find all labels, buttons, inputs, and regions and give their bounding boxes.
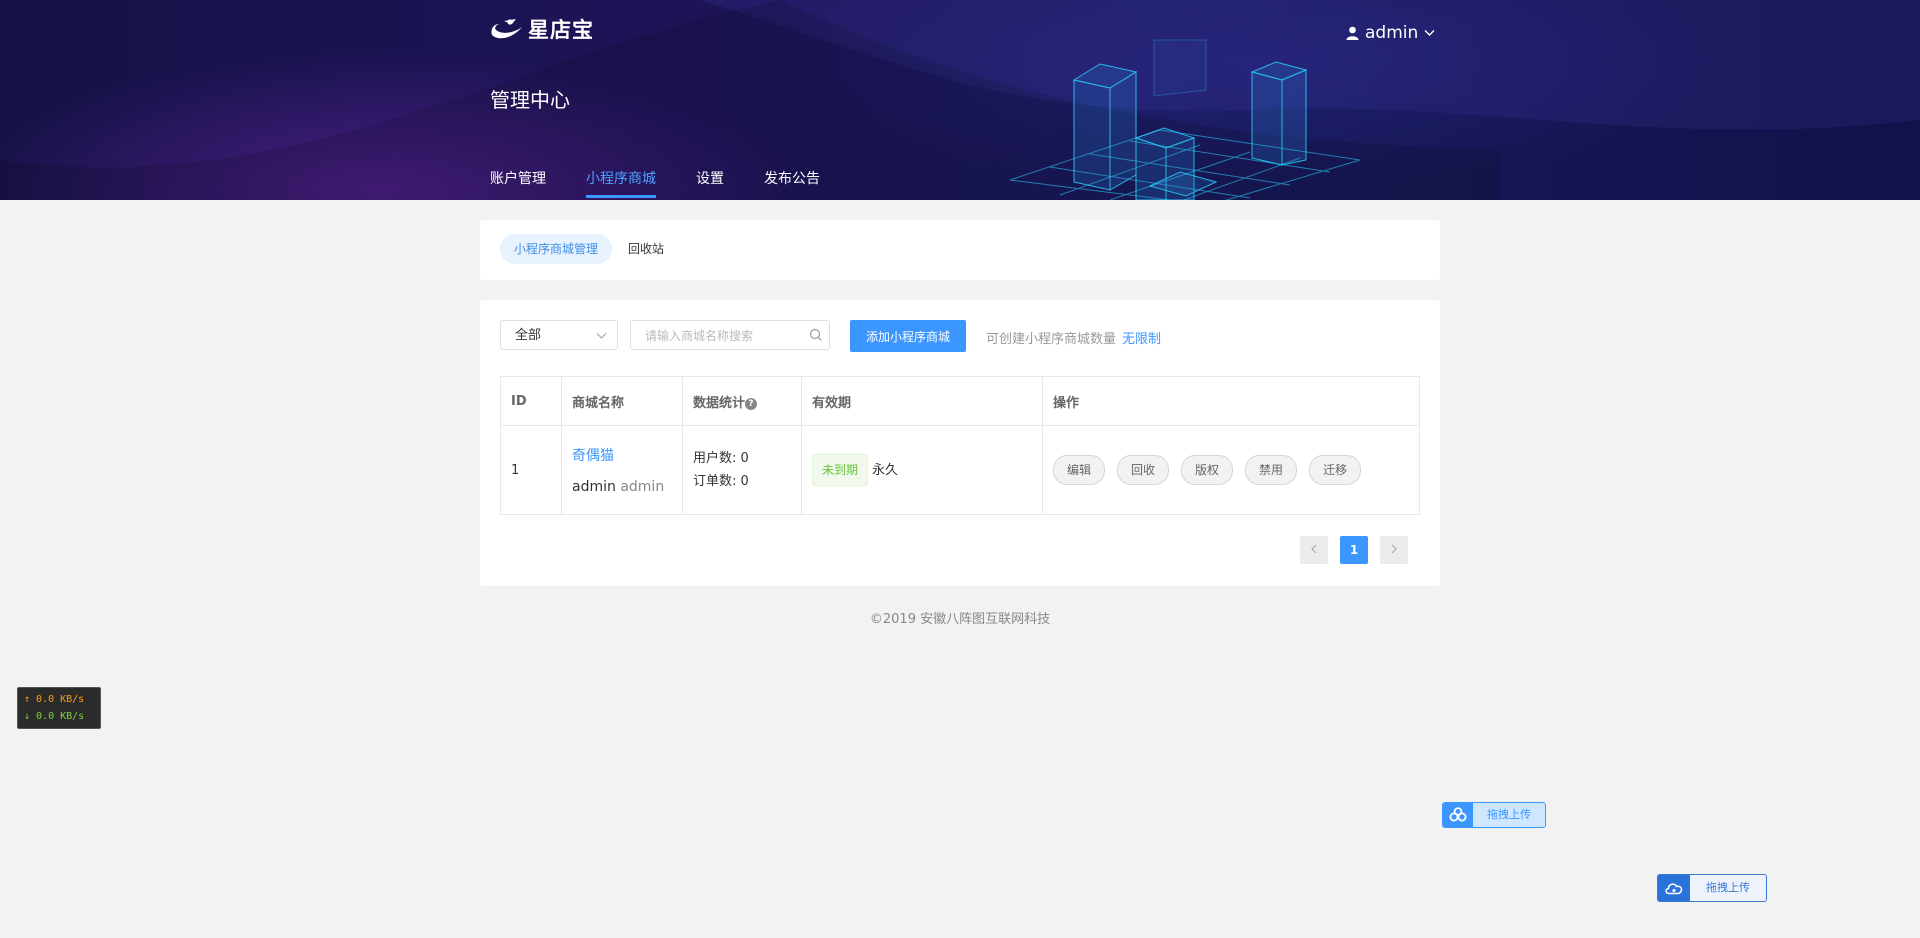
- user-name: admin: [1365, 23, 1419, 43]
- nav-tab-accounts[interactable]: 账户管理: [490, 168, 546, 198]
- col-header-validity: 有效期: [801, 376, 1043, 426]
- main-nav: 账户管理 小程序商城 设置 发布公告: [490, 168, 860, 198]
- table-row: 1 奇偶猫 admin admin 用户数: 0 订单数: 0 未到期 永久 编辑…: [500, 425, 1420, 515]
- network-speed-widget[interactable]: ↑ 0.0 KB/s ↓ 0.0 KB/s: [17, 687, 101, 729]
- user-menu[interactable]: admin: [1346, 20, 1435, 46]
- cell-validity: 未到期 永久: [801, 425, 1043, 515]
- upload-speed: ↑ 0.0 KB/s: [24, 694, 85, 705]
- quota-label: 可创建小程序商城数量: [986, 332, 1117, 347]
- cell-stats: 用户数: 0 订单数: 0: [682, 425, 802, 515]
- disable-button[interactable]: 禁用: [1245, 455, 1298, 485]
- col-header-stats-label: 数据统计: [693, 395, 746, 411]
- subtab-mall-management[interactable]: 小程序商城管理: [500, 234, 613, 264]
- baidu-cloud-icon: [1443, 803, 1473, 827]
- cell-id: 1: [500, 425, 562, 515]
- help-icon[interactable]: ?: [745, 397, 758, 410]
- filter-select-value: 全部: [515, 328, 542, 343]
- header-banner: 星店宝 admin 管理中心 账户管理 小程序商城 设置 发布公告: [0, 0, 1920, 200]
- nav-tab-announcements[interactable]: 发布公告: [764, 168, 820, 198]
- chevron-left-icon: [1311, 544, 1317, 554]
- subtabs-card: 小程序商城管理 回收站: [480, 220, 1440, 280]
- recycle-button[interactable]: 回收: [1117, 455, 1170, 485]
- nav-tab-mini-program-mall[interactable]: 小程序商城: [586, 168, 656, 198]
- chevron-down-icon: [596, 321, 607, 351]
- search-input[interactable]: [631, 321, 815, 351]
- validity-value: 永久: [872, 463, 899, 478]
- order-count: 订单数: 0: [693, 474, 749, 489]
- add-mall-button[interactable]: 添加小程序商城: [850, 320, 966, 352]
- quota-value: 无限制: [1122, 332, 1162, 347]
- footer-copyright: ©2019 安徽八阵图互联网科技: [869, 612, 1051, 627]
- drag-upload-button-cloud[interactable]: 拖拽上传: [1657, 874, 1767, 902]
- mall-list-card: 全部 添加小程序商城 可创建小程序商城数量无限制 ID 商城名称 数据统计? 有…: [480, 300, 1440, 586]
- quota-info: 可创建小程序商城数量 无限制: [986, 328, 1161, 347]
- user-count: 用户数: 0: [693, 451, 749, 466]
- logo-swoosh-icon: [491, 19, 522, 39]
- col-header-actions: 操作: [1042, 376, 1420, 426]
- drag-upload-button[interactable]: 拖拽上传: [1442, 802, 1546, 828]
- owner-account: admin: [620, 479, 665, 495]
- prev-page-button[interactable]: [1300, 536, 1328, 564]
- drag-upload-label-cloud: 拖拽上传: [1690, 875, 1766, 901]
- col-header-id: ID: [500, 376, 562, 426]
- store-name-link[interactable]: 奇偶猫: [572, 445, 672, 465]
- page-title: 管理中心: [490, 88, 570, 112]
- table-header-row: ID 商城名称 数据统计? 有效期 操作: [500, 376, 1420, 426]
- copyright-button[interactable]: 版权: [1181, 455, 1234, 485]
- search-box: [630, 320, 830, 351]
- pagination: 1: [1300, 536, 1408, 564]
- cloud-upload-icon: [1658, 875, 1690, 901]
- page-number-current[interactable]: 1: [1340, 536, 1368, 564]
- user-icon: [1346, 26, 1359, 40]
- chevron-down-icon: [1424, 30, 1435, 36]
- migrate-button[interactable]: 迁移: [1309, 455, 1362, 485]
- status-badge: 未到期: [812, 454, 869, 486]
- header-decoration: [0, 0, 1920, 200]
- col-header-name: 商城名称: [561, 376, 683, 426]
- owner-name: admin: [572, 479, 616, 495]
- cell-actions: 编辑 回收 版权 禁用 迁移: [1042, 425, 1420, 515]
- filter-select[interactable]: 全部: [500, 320, 618, 350]
- chevron-right-icon: [1391, 544, 1397, 554]
- logo-text: 星店宝: [528, 18, 594, 42]
- col-header-stats: 数据统计?: [682, 376, 802, 426]
- download-speed: ↓ 0.0 KB/s: [24, 711, 85, 722]
- nav-tab-settings[interactable]: 设置: [696, 168, 724, 198]
- drag-upload-label: 拖拽上传: [1473, 803, 1545, 827]
- mall-table: ID 商城名称 数据统计? 有效期 操作 1 奇偶猫 admin admin 用…: [500, 376, 1420, 515]
- edit-button[interactable]: 编辑: [1053, 455, 1106, 485]
- subtab-recycle-bin[interactable]: 回收站: [614, 234, 678, 264]
- next-page-button[interactable]: [1380, 536, 1408, 564]
- logo[interactable]: 星店宝: [490, 16, 594, 42]
- search-icon[interactable]: [809, 328, 823, 342]
- cell-name: 奇偶猫 admin admin: [561, 425, 683, 515]
- store-owner: admin admin: [572, 479, 672, 495]
